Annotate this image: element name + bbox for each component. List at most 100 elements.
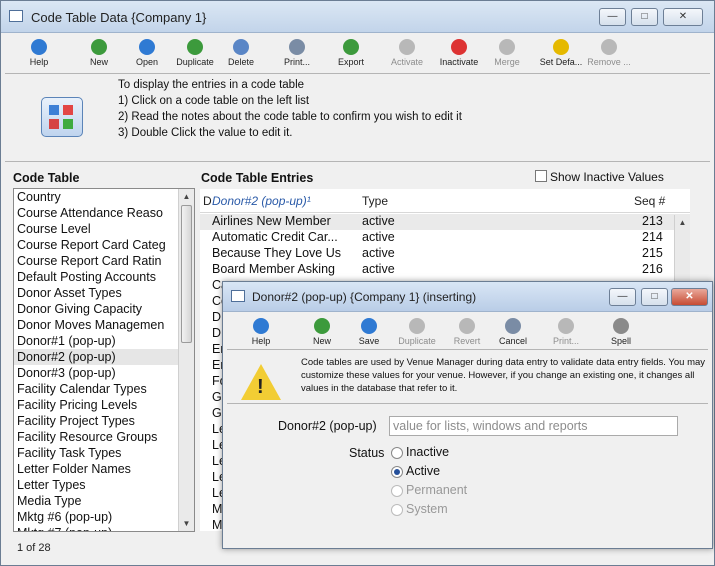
- code-table-item[interactable]: Course Report Card Categ: [14, 237, 194, 253]
- code-table-item[interactable]: Facility Project Types: [14, 413, 194, 429]
- table-row[interactable]: Airlines New Member active 213: [200, 214, 690, 230]
- dialog-spell-button[interactable]: Spell: [596, 316, 646, 352]
- column-header-value[interactable]: Donor#2 (pop-up)¹: [212, 194, 311, 208]
- main-print-button[interactable]: Print...: [272, 37, 322, 73]
- cell-seq: 216: [642, 262, 663, 276]
- main-help-button[interactable]: Help: [14, 37, 64, 73]
- window-app-icon: [9, 10, 23, 22]
- code-table-list[interactable]: Country Course Attendance Reaso Course Lev…: [13, 188, 195, 532]
- table-row[interactable]: Automatic Credit Car... active 214: [200, 230, 690, 246]
- cell-value: Because They Love Us: [212, 246, 342, 260]
- code-table-item[interactable]: Donor Moves Managemen: [14, 317, 194, 333]
- dialog-close-button[interactable]: ✕: [671, 288, 708, 306]
- main-remove-default-button[interactable]: Remove ...: [584, 37, 634, 73]
- status-radio-inactive[interactable]: [391, 447, 403, 459]
- toolbar-label: Merge: [494, 57, 520, 67]
- code-table-item[interactable]: Course Report Card Ratin: [14, 253, 194, 269]
- dialog-save-button[interactable]: Save: [344, 316, 394, 352]
- close-button[interactable]: ✕: [663, 8, 703, 26]
- code-table-item[interactable]: Facility Resource Groups: [14, 429, 194, 445]
- code-table-scrollbar[interactable]: ▲ ▼: [178, 189, 194, 531]
- code-table-item[interactable]: Country: [14, 189, 194, 205]
- cell-seq: 214: [642, 230, 663, 244]
- duplicate-icon: [187, 39, 203, 55]
- main-set-default-button[interactable]: Set Defa...: [536, 37, 586, 73]
- cell-value: D: [212, 326, 222, 340]
- open-icon: [139, 39, 155, 55]
- dialog-new-button[interactable]: New: [297, 316, 347, 352]
- dialog-note: Code tables are used by Venue Manager du…: [301, 357, 706, 394]
- dialog-print-button[interactable]: Print...: [541, 316, 591, 352]
- main-activate-button[interactable]: Activate: [382, 37, 432, 73]
- code-table-item[interactable]: Mktg #7 (pop-up): [14, 525, 194, 531]
- main-merge-button[interactable]: Merge: [482, 37, 532, 73]
- cell-type: active: [362, 262, 395, 276]
- dialog-duplicate-button[interactable]: Duplicate: [392, 316, 442, 352]
- main-new-button[interactable]: New: [74, 37, 124, 73]
- remove-default-icon: [601, 39, 617, 55]
- print-icon: [558, 318, 574, 334]
- status-radio-system[interactable]: [391, 504, 403, 516]
- toolbar-label: Cancel: [498, 336, 527, 346]
- code-table-item[interactable]: Donor Asset Types: [14, 285, 194, 301]
- table-row[interactable]: Board Member Asking active 216: [200, 262, 690, 278]
- code-table-item[interactable]: Default Posting Accounts: [14, 269, 194, 285]
- main-duplicate-button[interactable]: Duplicate: [170, 37, 220, 73]
- scroll-up-arrow-icon[interactable]: ▲: [675, 215, 690, 230]
- code-table-item[interactable]: Facility Pricing Levels: [14, 397, 194, 413]
- cell-value: Automatic Credit Car...: [212, 230, 338, 244]
- column-header-type[interactable]: Type: [362, 194, 388, 208]
- cell-value: M: [212, 502, 223, 516]
- dialog-help-button[interactable]: Help: [236, 316, 286, 352]
- code-table-item[interactable]: Donor#1 (pop-up): [14, 333, 194, 349]
- column-header-seq[interactable]: Seq #: [634, 194, 665, 208]
- code-table-item[interactable]: Media Type: [14, 493, 194, 509]
- inactivate-icon: [451, 39, 467, 55]
- code-table-item[interactable]: Donor Giving Capacity: [14, 301, 194, 317]
- toolbar-label: Open: [135, 57, 159, 67]
- status-radio-label: Active: [406, 464, 441, 478]
- main-window-title: Code Table Data {Company 1}: [31, 10, 207, 25]
- scroll-up-arrow-icon[interactable]: ▲: [179, 189, 194, 204]
- cancel-icon: [505, 318, 521, 334]
- table-row[interactable]: Because They Love Us active 215: [200, 246, 690, 262]
- code-table-item[interactable]: Donor#2 (pop-up): [14, 349, 194, 365]
- status-radio-label: Inactive: [406, 445, 450, 459]
- code-table-item[interactable]: Letter Types: [14, 477, 194, 493]
- main-delete-button[interactable]: Delete: [216, 37, 266, 73]
- maximize-button[interactable]: □: [631, 8, 658, 26]
- code-table-item[interactable]: Course Level: [14, 221, 194, 237]
- code-table-item[interactable]: Facility Calendar Types: [14, 381, 194, 397]
- dialog-titlebar[interactable]: Donor#2 (pop-up) {Company 1} (inserting)…: [223, 282, 712, 312]
- main-titlebar[interactable]: Code Table Data {Company 1} — □ ✕: [1, 1, 714, 33]
- toolbar-label: Activate: [390, 57, 423, 67]
- merge-icon: [499, 39, 515, 55]
- code-table-item[interactable]: Donor#3 (pop-up): [14, 365, 194, 381]
- cell-value: M: [212, 518, 223, 531]
- code-table-item[interactable]: Mktg #6 (pop-up): [14, 509, 194, 525]
- dialog-revert-button[interactable]: Revert: [442, 316, 492, 352]
- dialog-minimize-button[interactable]: —: [609, 288, 636, 306]
- print-icon: [289, 39, 305, 55]
- toolbar-label: Inactivate: [439, 57, 479, 67]
- status-radio-label: Permanent: [406, 483, 468, 497]
- scroll-thumb[interactable]: [181, 205, 192, 343]
- dialog-cancel-button[interactable]: Cancel: [488, 316, 538, 352]
- new-icon: [91, 39, 107, 55]
- revert-icon: [459, 318, 475, 334]
- minimize-button[interactable]: —: [599, 8, 626, 26]
- value-input[interactable]: value for lists, windows and reports: [389, 416, 678, 436]
- code-table-item[interactable]: Facility Task Types: [14, 445, 194, 461]
- dialog-maximize-button[interactable]: □: [641, 288, 668, 306]
- show-inactive-checkbox[interactable]: [535, 170, 547, 182]
- main-open-button[interactable]: Open: [122, 37, 172, 73]
- code-table-item[interactable]: Course Attendance Reaso: [14, 205, 194, 221]
- main-export-button[interactable]: Export: [326, 37, 376, 73]
- main-inactivate-button[interactable]: Inactivate: [434, 37, 484, 73]
- status-radio-permanent[interactable]: [391, 485, 403, 497]
- code-table-item[interactable]: Letter Folder Names: [14, 461, 194, 477]
- status-radio-active[interactable]: [391, 466, 403, 478]
- toolbar-label: Spell: [610, 336, 631, 346]
- scroll-down-arrow-icon[interactable]: ▼: [179, 516, 194, 531]
- column-header-d[interactable]: D: [203, 194, 212, 208]
